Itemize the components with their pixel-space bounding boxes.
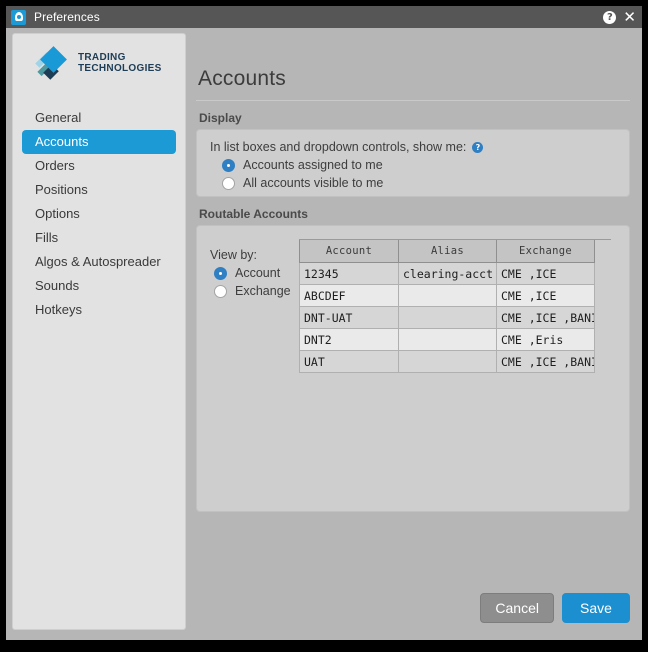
display-field-label: In list boxes and dropdown controls, sho…: [210, 140, 467, 154]
table-row[interactable]: 12345 clearing-acct CME ,ICE: [299, 262, 595, 285]
radio-assigned-to-me[interactable]: [222, 158, 235, 172]
sidebar-item-orders[interactable]: Orders: [22, 154, 176, 178]
cell-account: ABCDEF: [299, 284, 399, 307]
cell-exchange: CME ,ICE: [496, 262, 595, 285]
sidebar-item-general[interactable]: General: [22, 106, 176, 130]
window-title: Preferences: [34, 10, 100, 24]
cell-account: 12345: [299, 262, 399, 285]
brand-logo-text: TRADING TECHNOLOGIES: [78, 52, 162, 75]
table-row[interactable]: UAT CME ,ICE ,BANI: [299, 350, 595, 373]
title-divider: [196, 100, 630, 101]
sidebar-item-sounds[interactable]: Sounds: [22, 274, 176, 298]
window-body: TRADING TECHNOLOGIES General Accounts Or…: [6, 28, 642, 640]
tt-diamond-logo-icon: [35, 46, 69, 80]
dialog-footer: Cancel Save: [480, 593, 630, 623]
view-by-option-exchange[interactable]: Exchange: [214, 284, 300, 298]
view-by-option-account[interactable]: Account: [214, 266, 300, 280]
routable-group-label: Routable Accounts: [199, 207, 308, 221]
window-title-bar: Preferences ? ✕: [6, 6, 642, 28]
display-group-label: Display: [199, 111, 242, 125]
cell-alias: [398, 350, 497, 373]
sidebar-item-algos-autospreader[interactable]: Algos & Autospreader: [22, 250, 176, 274]
radio-all-visible-to-me[interactable]: [222, 176, 235, 190]
column-header-alias[interactable]: Alias: [398, 240, 497, 263]
cell-exchange: CME ,ICE ,BANI: [496, 306, 595, 329]
table-row[interactable]: DNT2 CME ,Eris: [299, 328, 595, 351]
display-group-box: In list boxes and dropdown controls, sho…: [196, 129, 630, 197]
sidebar-item-positions[interactable]: Positions: [22, 178, 176, 202]
brand-line-1: TRADING: [78, 51, 126, 63]
radio-assigned-to-me-label: Accounts assigned to me: [243, 158, 383, 172]
page-title: Accounts: [198, 67, 286, 90]
radio-all-visible-to-me-label: All accounts visible to me: [243, 176, 384, 190]
cancel-button[interactable]: Cancel: [480, 593, 554, 623]
sidebar-nav: General Accounts Orders Positions Option…: [13, 106, 185, 322]
cell-alias: clearing-acct: [398, 262, 497, 285]
preferences-gear-icon: [11, 9, 26, 25]
cell-exchange: CME ,Eris: [496, 328, 595, 351]
cell-account: DNT-UAT: [299, 306, 399, 329]
brand-line-2: TECHNOLOGIES: [78, 63, 162, 74]
display-option-all-visible[interactable]: All accounts visible to me: [222, 176, 629, 190]
sidebar-item-fills[interactable]: Fills: [22, 226, 176, 250]
close-icon[interactable]: ✕: [623, 9, 636, 24]
radio-view-by-exchange[interactable]: [214, 284, 227, 298]
cell-account: UAT: [299, 350, 399, 373]
routable-accounts-table: Account Alias Exchange 12345 clearing-ac…: [299, 240, 595, 373]
preferences-window: Preferences ? ✕ TRADING TECHNOLOGIES Gen…: [6, 6, 642, 640]
view-by-label: View by:: [210, 248, 258, 262]
cell-exchange: CME ,ICE: [496, 284, 595, 307]
sidebar-item-hotkeys[interactable]: Hotkeys: [22, 298, 176, 322]
column-header-exchange[interactable]: Exchange: [496, 240, 595, 263]
brand-logo: TRADING TECHNOLOGIES: [13, 34, 185, 92]
routable-group-box: View by: Account Exchange Account Alias …: [196, 225, 630, 512]
cell-exchange: CME ,ICE ,BANI: [496, 350, 595, 373]
help-icon[interactable]: ?: [603, 10, 617, 24]
window-controls: ? ✕: [603, 6, 636, 28]
sidebar-item-accounts[interactable]: Accounts: [22, 130, 176, 154]
cell-alias: [398, 284, 497, 307]
cell-alias: [398, 328, 497, 351]
radio-view-by-exchange-label: Exchange: [235, 284, 291, 298]
display-help-icon[interactable]: ?: [472, 141, 484, 153]
table-header-row: Account Alias Exchange: [299, 240, 595, 263]
radio-view-by-account-label: Account: [235, 266, 281, 280]
display-field-label-row: In list boxes and dropdown controls, sho…: [210, 140, 629, 154]
routable-accounts-table-wrap: Account Alias Exchange 12345 clearing-ac…: [299, 239, 611, 373]
view-by-control: View by: Account Exchange: [210, 248, 300, 298]
column-header-account[interactable]: Account: [299, 240, 399, 263]
display-option-assigned[interactable]: Accounts assigned to me: [222, 158, 629, 172]
table-row[interactable]: ABCDEF CME ,ICE: [299, 284, 595, 307]
sidebar: TRADING TECHNOLOGIES General Accounts Or…: [12, 33, 186, 630]
cell-alias: [398, 306, 497, 329]
radio-view-by-account[interactable]: [214, 266, 227, 280]
sidebar-item-options[interactable]: Options: [22, 202, 176, 226]
content-pane: Accounts Display In list boxes and dropd…: [196, 33, 634, 635]
save-button[interactable]: Save: [562, 593, 630, 623]
table-row[interactable]: DNT-UAT CME ,ICE ,BANI: [299, 306, 595, 329]
cell-account: DNT2: [299, 328, 399, 351]
